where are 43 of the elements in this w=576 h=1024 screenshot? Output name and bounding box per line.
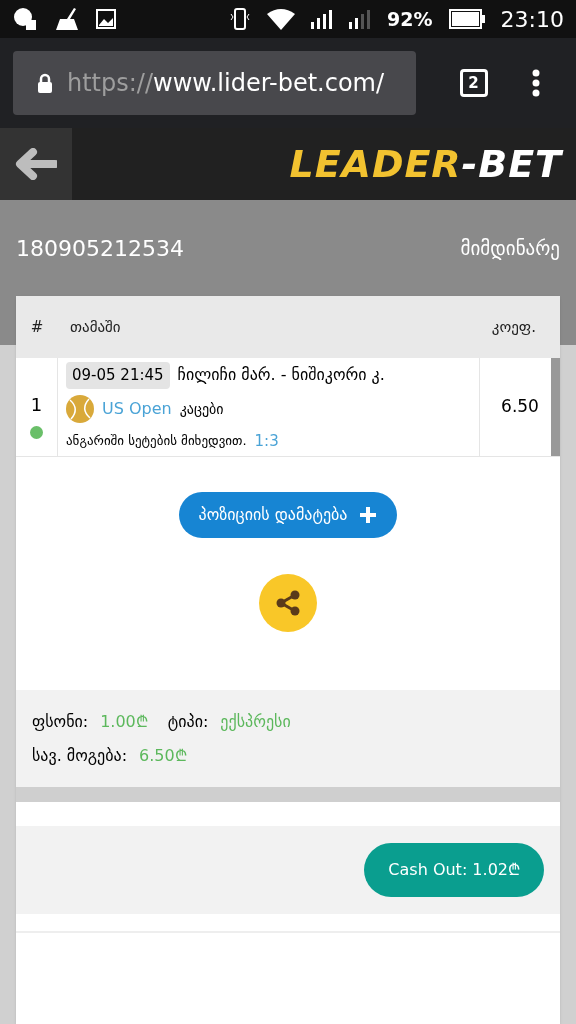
column-header: # (29, 316, 45, 338)
lock-icon (37, 73, 53, 93)
plus-icon (359, 505, 378, 524)
row-number: 1 (30, 393, 43, 417)
win-label: სავ. მოგება: (32, 744, 127, 767)
address-bar[interactable]: https://www.lider-bet.com/ (13, 51, 416, 115)
ticket-status: მიმდინარე (460, 235, 560, 262)
tab-count-button[interactable]: 2 (459, 69, 488, 97)
cash-out-button[interactable]: Cash Out: 1.02₾ (364, 843, 544, 897)
type-value: ექსპრესი (220, 710, 291, 733)
logo-text: LEADER (289, 140, 462, 188)
column-header: თამაში (69, 316, 122, 338)
url-host: www.lider-bet.com/ (153, 69, 385, 97)
add-position-button[interactable]: პოზიციის დამატება (178, 491, 398, 538)
stake-value: 1.00₾ (100, 710, 148, 733)
column-header: კოეფ. (490, 316, 537, 338)
pick-value: 1:3 (254, 430, 279, 452)
stake-label: ფსონი: (32, 710, 89, 733)
tennis-ball-icon (66, 395, 94, 423)
back-button[interactable] (0, 128, 72, 200)
battery-icon (448, 9, 485, 29)
battery-percent: 92% (387, 6, 433, 32)
url-scheme: https:// (67, 69, 154, 97)
back-arrow-icon (15, 148, 57, 180)
logo-text: -BET (461, 140, 562, 188)
share-button[interactable] (259, 574, 317, 632)
type-label: ტიპი: (167, 710, 209, 733)
tournament-link[interactable]: US Open (102, 397, 172, 421)
wifi-icon (267, 8, 296, 30)
signal-icon (349, 9, 372, 29)
date-time-badge: 09-05 21:45 (66, 362, 170, 389)
win-value: 6.50₾ (139, 744, 187, 767)
share-icon (275, 590, 301, 616)
image-icon (96, 9, 116, 29)
market-name: ანგარიში სეტების მიხედვით. (66, 432, 247, 450)
vibrate-icon (229, 7, 252, 31)
ticket-id: 180905212534 (16, 234, 184, 263)
category-text: კაცები (179, 399, 224, 419)
clock: 23:10 (500, 5, 564, 34)
match-name: ჩილიჩი მარ. - ნიშიკორი კ. (177, 364, 385, 387)
signal-icon (311, 9, 334, 29)
more-icon[interactable] (531, 69, 541, 97)
odds-value: 6.50 (501, 395, 539, 419)
